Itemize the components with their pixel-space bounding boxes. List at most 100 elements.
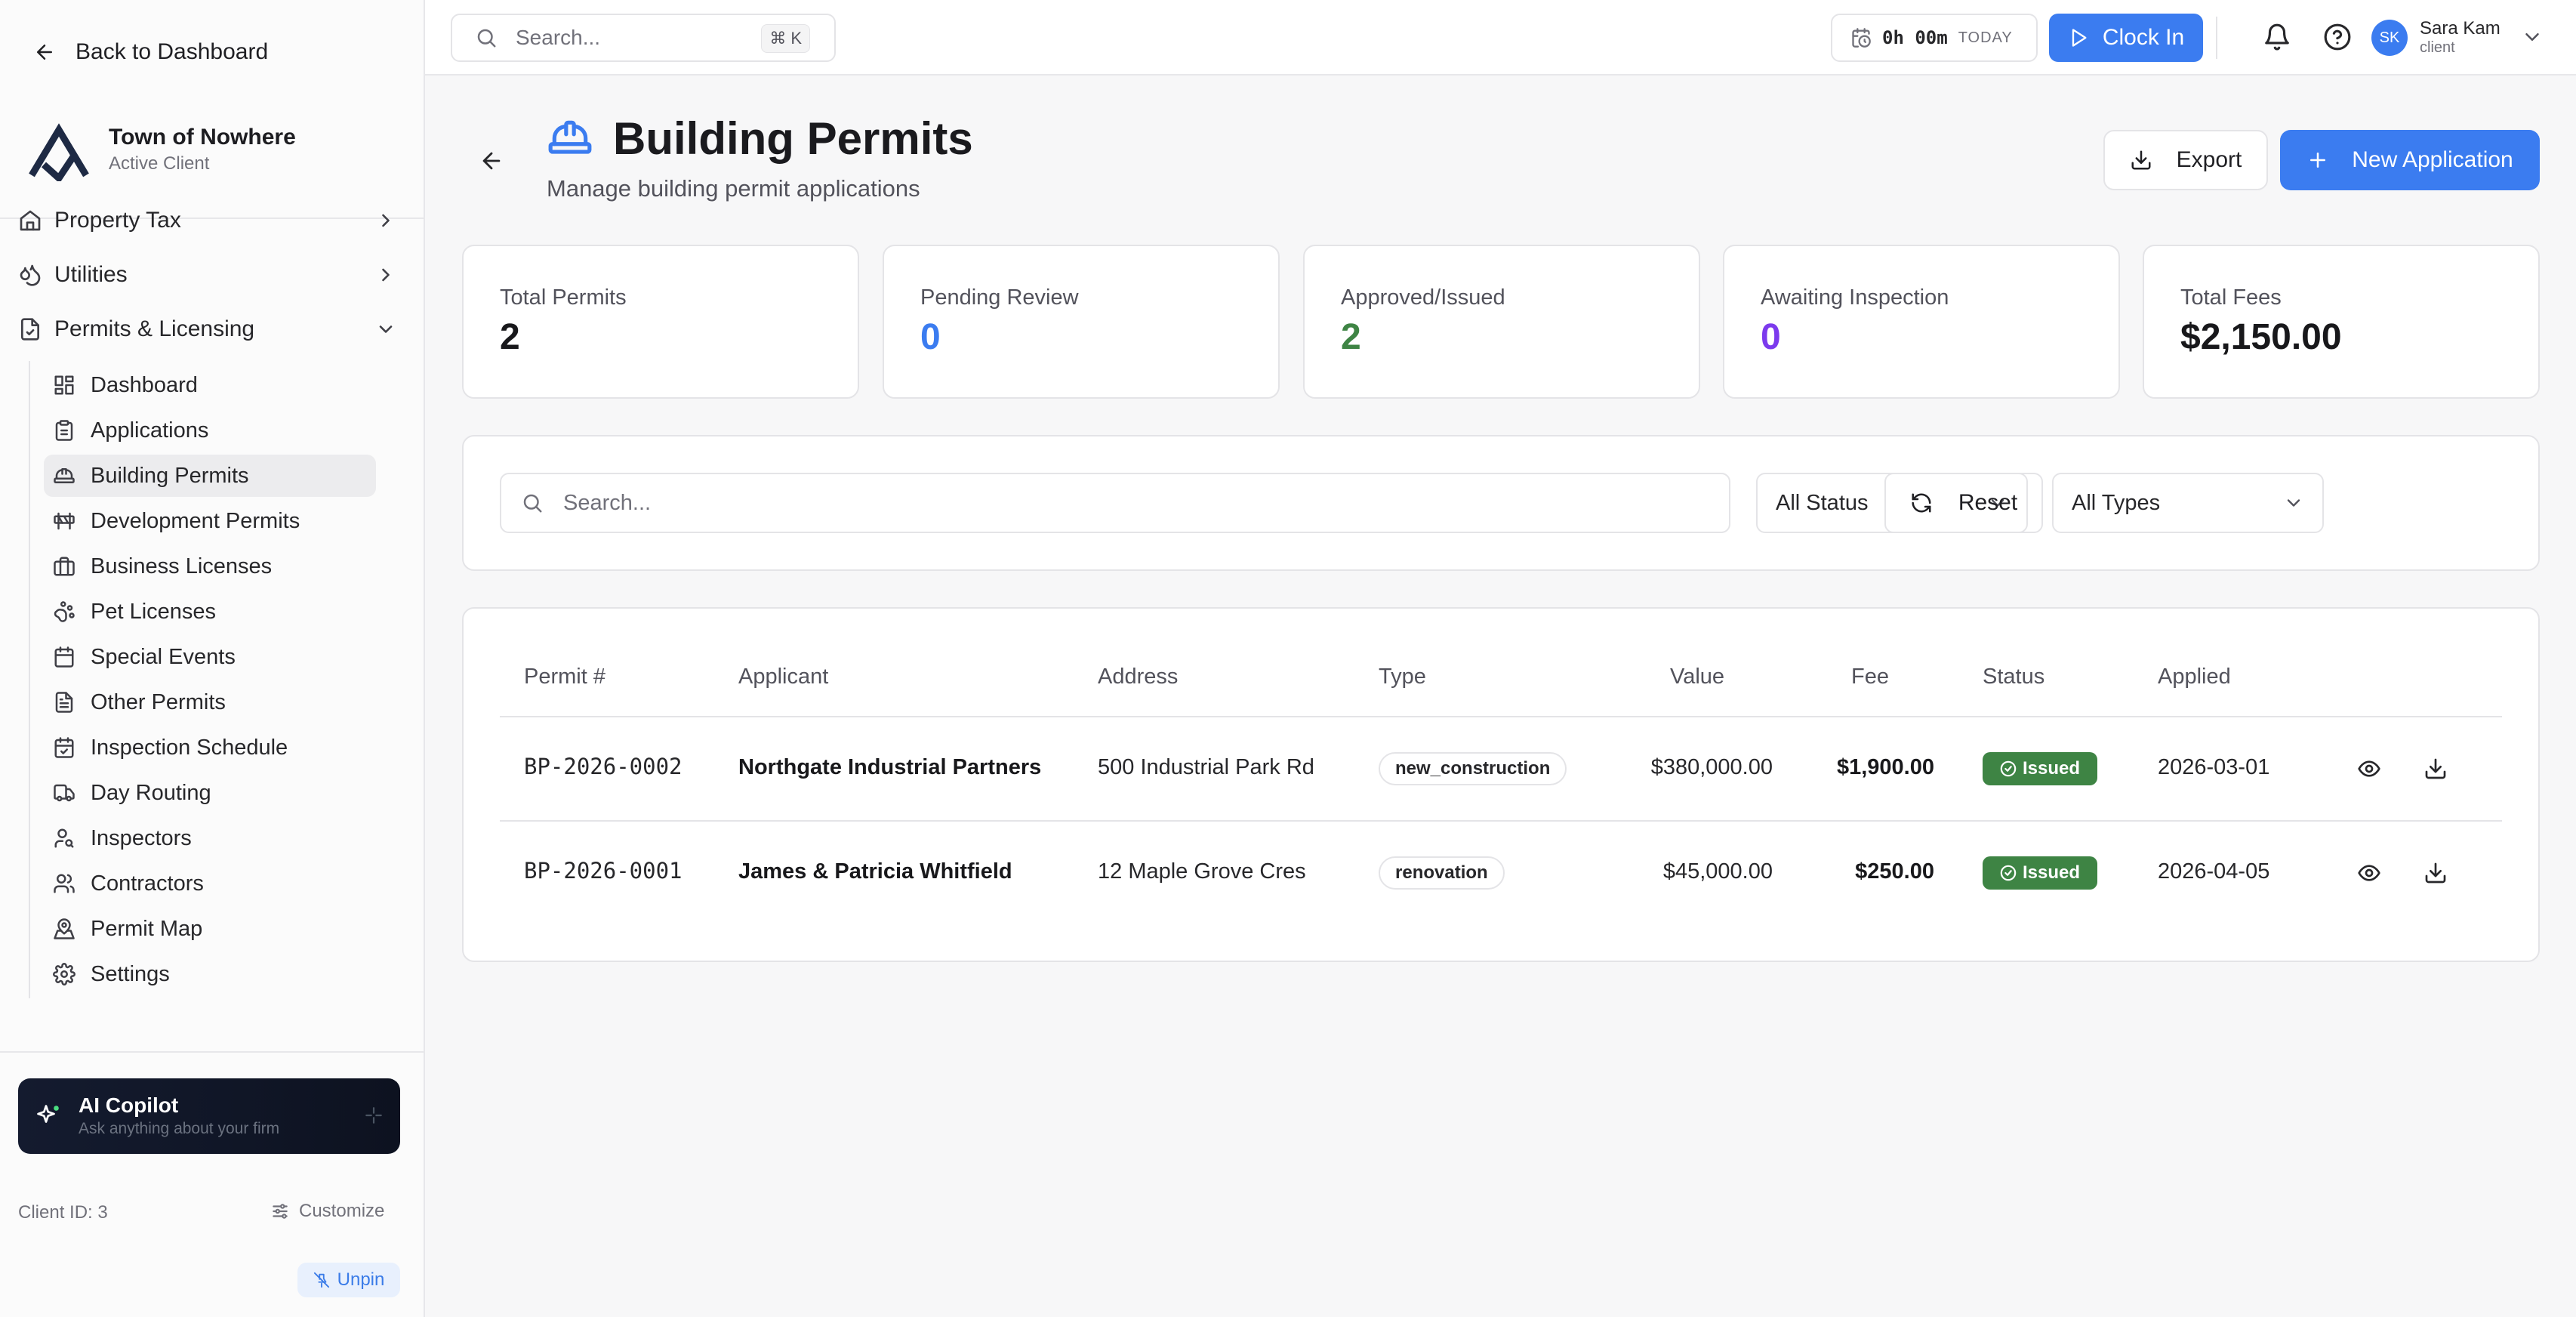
back-to-dashboard-link[interactable]: Back to Dashboard <box>33 33 268 71</box>
stat-card-approved-issued: Approved/Issued 2 <box>1303 245 1700 399</box>
permit-search-input[interactable]: Search... <box>500 473 1730 533</box>
stat-card-total-fees: Total Fees $2,150.00 <box>2143 245 2540 399</box>
calendar-clock-icon <box>1852 28 1871 48</box>
reset-button[interactable]: Reset <box>1884 473 2043 533</box>
sidebar-item-applications[interactable]: Applications <box>44 409 376 452</box>
status-select-value: All Status <box>1776 490 1869 515</box>
applicant-name: Northgate Industrial Partners <box>738 755 1042 779</box>
sidebar-item-day-routing[interactable]: Day Routing <box>44 772 376 814</box>
column-header-value[interactable]: Value <box>1670 665 1724 689</box>
time-tracker[interactable]: 0h 00m TODAY <box>1831 14 2038 62</box>
client-name: Town of Nowhere <box>109 125 296 150</box>
plus-icon <box>2310 153 2326 168</box>
permits-submenu: Dashboard Applications Building Permits Dev… <box>29 361 376 998</box>
sidebar-item-inspectors[interactable]: Inspectors <box>44 817 376 859</box>
sidebar-item-settings[interactable]: Settings <box>44 953 376 995</box>
sidebar-item-other-permits[interactable]: Other Permits <box>44 681 376 723</box>
truck-icon <box>53 782 75 804</box>
filter-bar: Search... All Status All Types Reset <box>462 435 2540 571</box>
stat-value: 2 <box>1341 317 1361 357</box>
sidebar-item-utilities[interactable]: Utilities <box>0 248 424 302</box>
applicant-name: James & Patricia Whitfield <box>738 859 1012 884</box>
sidebar-item-business-licenses[interactable]: Business Licenses <box>44 545 376 588</box>
page-subtitle: Manage building permit applications <box>547 175 920 202</box>
column-header-type[interactable]: Type <box>1379 665 1426 689</box>
stat-label: Awaiting Inspection <box>1761 285 1949 310</box>
bell-icon[interactable] <box>2263 23 2291 51</box>
ai-copilot-button[interactable]: AI Copilot Ask anything about your firm <box>18 1078 400 1154</box>
back-to-dashboard-label: Back to Dashboard <box>75 39 269 64</box>
column-header-status[interactable]: Status <box>1983 665 2044 689</box>
clipboard-icon <box>53 419 75 442</box>
new-application-button[interactable]: New Application <box>2280 130 2540 190</box>
type-badge: renovation <box>1379 856 1505 890</box>
eye-icon[interactable] <box>2357 757 2381 781</box>
sidebar-nav: Property Tax Utilities Permits & Licensi… <box>0 208 424 356</box>
type-badge: new_construction <box>1379 752 1567 785</box>
column-header-fee[interactable]: Fee <box>1851 665 1889 689</box>
table-divider <box>500 716 2502 717</box>
sidebar-item-inspection-schedule[interactable]: Inspection Schedule <box>44 726 376 769</box>
reset-label: Reset <box>1958 490 2018 515</box>
status-label: Issued <box>2022 758 2081 779</box>
column-header-permit[interactable]: Permit # <box>524 665 605 689</box>
status-badge: Issued <box>1983 856 2097 890</box>
user-name[interactable]: Sara Kam <box>2420 18 2501 39</box>
permit-number: BP-2026-0002 <box>524 754 683 779</box>
eye-icon[interactable] <box>2357 861 2381 885</box>
download-icon[interactable] <box>2423 861 2448 885</box>
sidebar-item-building-permits[interactable]: Building Permits <box>44 455 376 497</box>
type-select[interactable]: All Types <box>2052 473 2324 533</box>
user-role: client <box>2420 39 2455 56</box>
stat-label: Pending Review <box>920 285 1079 310</box>
stat-value: 0 <box>1761 317 1781 357</box>
global-search-input[interactable]: Search... ⌘ K <box>451 14 836 62</box>
sidebar-item-contractors[interactable]: Contractors <box>44 862 376 905</box>
play-icon <box>2072 29 2087 47</box>
clock-in-button[interactable]: Clock In <box>2049 14 2203 62</box>
stat-card-total-permits: Total Permits 2 <box>462 245 859 399</box>
avatar[interactable]: SK <box>2371 20 2408 56</box>
file-check-icon <box>18 317 42 341</box>
stat-value: 2 <box>500 317 520 357</box>
sidebar-item-permits-licensing[interactable]: Permits & Licensing <box>0 302 424 356</box>
chevron-down-icon[interactable] <box>2521 26 2544 48</box>
sidebar-item-dashboard[interactable]: Dashboard <box>44 364 376 406</box>
sliders-icon <box>273 1204 288 1219</box>
barrier-icon <box>53 510 75 532</box>
sidebar-item-permit-map[interactable]: Permit Map <box>44 908 376 950</box>
sidebar-item-property-tax[interactable]: Property Tax <box>0 193 424 248</box>
sidebar-item-special-events[interactable]: Special Events <box>44 636 376 678</box>
file-text-icon <box>53 691 75 714</box>
client-status: Active Client <box>109 153 210 174</box>
customize-button[interactable]: Customize <box>270 1201 384 1222</box>
client-logo-icon <box>29 123 89 181</box>
unpin-button[interactable]: Unpin <box>297 1263 400 1297</box>
back-arrow-icon[interactable] <box>479 148 504 174</box>
sparkle-icon <box>365 1107 382 1124</box>
sidebar-item-label: Dashboard <box>91 372 198 397</box>
download-icon <box>2131 150 2151 170</box>
sidebar-item-pet-licenses[interactable]: Pet Licenses <box>44 591 376 633</box>
toolbar-divider <box>2216 17 2217 59</box>
download-icon[interactable] <box>2423 757 2448 781</box>
stat-card-awaiting-inspection: Awaiting Inspection 0 <box>1723 245 2120 399</box>
k-key: K <box>790 29 802 48</box>
permit-fee: $1,900.00 <box>1836 755 1934 779</box>
sidebar-item-development-permits[interactable]: Development Permits <box>44 500 376 542</box>
address: 12 Maple Grove Cres <box>1098 859 1306 884</box>
column-header-address[interactable]: Address <box>1098 665 1178 689</box>
chevron-right-icon <box>375 210 396 231</box>
export-button[interactable]: Export <box>2103 130 2268 190</box>
type-select-value: All Types <box>2072 490 2161 515</box>
column-header-applied[interactable]: Applied <box>2158 665 2231 689</box>
refresh-icon <box>1912 493 1931 513</box>
gear-icon <box>53 963 75 985</box>
column-header-applicant[interactable]: Applicant <box>738 665 828 689</box>
new-application-label: New Application <box>2352 147 2513 172</box>
sidebar-item-label: Utilities <box>54 262 128 287</box>
help-icon[interactable] <box>2323 23 2352 51</box>
permit-value: $380,000.00 <box>1650 755 1773 779</box>
sidebar-item-label: Permit Map <box>91 916 203 941</box>
chevron-right-icon <box>375 264 396 285</box>
